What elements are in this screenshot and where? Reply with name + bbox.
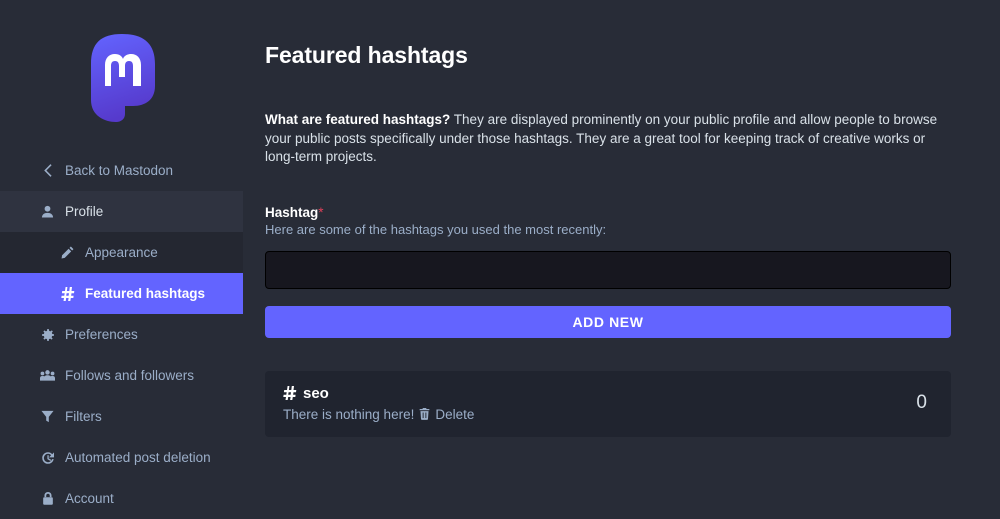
sidebar-item-filters[interactable]: Filters: [0, 396, 243, 437]
intro-lead: What are featured hashtags?: [265, 112, 450, 127]
sidebar-item-label: Appearance: [85, 245, 158, 260]
chevron-left-icon: [40, 164, 55, 177]
users-group-icon: [40, 369, 55, 382]
sidebar-item-featured-hashtags[interactable]: Featured hashtags: [0, 273, 243, 314]
sidebar-item-appearance[interactable]: Appearance: [0, 232, 243, 273]
sidebar-item-label: Follows and followers: [65, 368, 194, 383]
lock-icon: [40, 492, 55, 505]
hashtag-post-count: 0: [916, 392, 933, 414]
pencil-icon: [60, 246, 75, 259]
featured-hashtag-info: seo There is nothing here! Delete: [283, 385, 474, 422]
trash-icon[interactable]: [419, 408, 430, 420]
hashtag-status-text: There is nothing here!: [283, 407, 414, 422]
hash-icon: [60, 287, 75, 301]
sidebar-item-label: Profile: [65, 204, 103, 219]
mastodon-logo-container: [0, 0, 243, 150]
hashtag-title: seo: [283, 385, 474, 402]
sidebar-item-account[interactable]: Account: [0, 478, 243, 519]
required-marker: *: [318, 205, 323, 220]
sidebar-item-label: Automated post deletion: [65, 450, 211, 465]
history-clock-icon: [40, 451, 55, 465]
settings-nav: Back to Mastodon Profile Appearance Feat…: [0, 150, 243, 519]
hashtag-meta: There is nothing here! Delete: [283, 407, 474, 422]
person-icon: [40, 205, 55, 218]
sidebar-item-label: Account: [65, 491, 114, 506]
sidebar-item-preferences[interactable]: Preferences: [0, 314, 243, 355]
hashtag-field-label: Hashtag*: [265, 205, 960, 220]
funnel-icon: [40, 410, 55, 423]
add-new-button[interactable]: ADD NEW: [265, 306, 951, 338]
hashtag-input[interactable]: [265, 251, 951, 289]
gear-icon: [40, 328, 55, 342]
delete-hashtag-link[interactable]: Delete: [435, 407, 474, 422]
intro-description: What are featured hashtags? They are dis…: [265, 111, 955, 167]
featured-hashtag-row: seo There is nothing here! Delete 0: [265, 371, 951, 437]
sidebar-item-label: Back to Mastodon: [65, 163, 173, 178]
mastodon-logo: [81, 34, 163, 122]
sidebar-item-follows-and-followers[interactable]: Follows and followers: [0, 355, 243, 396]
sidebar-item-label: Filters: [65, 409, 102, 424]
page-title: Featured hashtags: [265, 42, 960, 69]
sidebar-item-back-to-mastodon[interactable]: Back to Mastodon: [0, 150, 243, 191]
sidebar-item-profile[interactable]: Profile: [0, 191, 243, 232]
hashtag-field-hint: Here are some of the hashtags you used t…: [265, 222, 960, 237]
sidebar: Back to Mastodon Profile Appearance Feat…: [0, 0, 243, 519]
hashtag-label-text: Hashtag: [265, 205, 318, 220]
sidebar-item-label: Preferences: [65, 327, 138, 342]
sidebar-item-automated-post-deletion[interactable]: Automated post deletion: [0, 437, 243, 478]
main-content: Featured hashtags What are featured hash…: [243, 0, 1000, 519]
hashtag-name: seo: [303, 385, 329, 402]
hash-icon: [283, 386, 297, 400]
sidebar-item-label: Featured hashtags: [85, 286, 205, 301]
